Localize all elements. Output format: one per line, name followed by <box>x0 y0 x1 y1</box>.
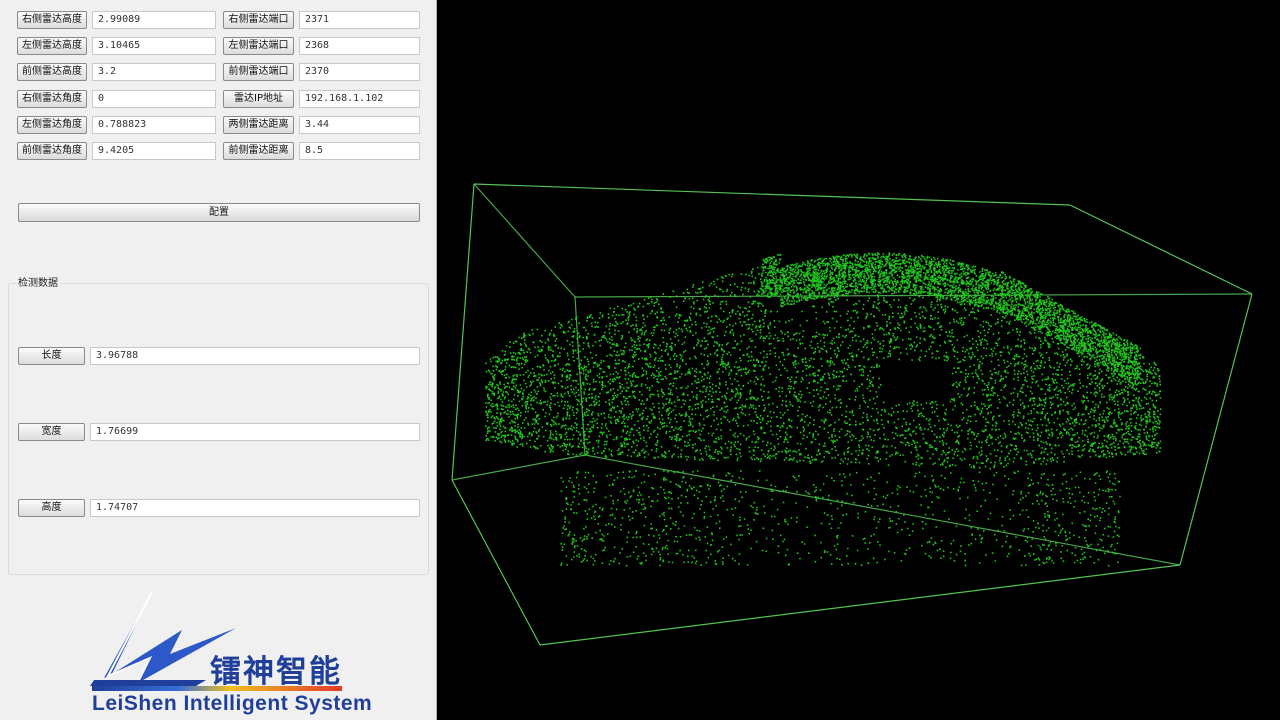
right-radar-height-field[interactable]: 2.99089 <box>92 11 216 29</box>
front-radar-height-field[interactable]: 3.2 <box>92 63 216 81</box>
logo-chinese-name: 镭神智能 <box>210 654 342 690</box>
bounding-box-edge <box>584 454 1181 566</box>
front-radar-distance-button[interactable]: 前侧雷达距离 <box>223 142 294 160</box>
radar-ip-field[interactable]: 192.168.1.102 <box>299 90 420 108</box>
length-field[interactable]: 3.96788 <box>90 347 420 365</box>
radar-ip-button[interactable]: 雷达IP地址 <box>223 90 294 108</box>
configure-button[interactable]: 配置 <box>18 203 420 222</box>
side-radar-distance-field[interactable]: 3.44 <box>299 116 420 134</box>
bounding-box-edge <box>451 454 586 481</box>
detection-group-title: 检测数据 <box>16 274 60 289</box>
bounding-box-edge <box>451 479 541 646</box>
left-radar-angle-field[interactable]: 0.788823 <box>92 116 216 134</box>
right-radar-angle-field[interactable]: 0 <box>92 90 216 108</box>
right-radar-height-button[interactable]: 右侧雷达高度 <box>17 11 87 29</box>
front-radar-port-field[interactable]: 2370 <box>299 63 420 81</box>
logo-english-name: LeiShen Intelligent System <box>92 692 373 715</box>
left-radar-port-field[interactable]: 2368 <box>299 37 420 55</box>
right-radar-port-button[interactable]: 右侧雷达端口 <box>223 11 294 29</box>
left-radar-angle-button[interactable]: 左侧雷达角度 <box>17 116 87 134</box>
front-radar-angle-field[interactable]: 9.4205 <box>92 142 216 160</box>
front-radar-port-button[interactable]: 前侧雷达端口 <box>223 63 294 81</box>
side-radar-distance-button[interactable]: 两侧雷达距离 <box>223 116 294 134</box>
point-cloud-viewport[interactable] <box>437 0 1280 720</box>
point-cloud-points <box>485 252 1162 567</box>
front-radar-height-button[interactable]: 前侧雷达高度 <box>17 63 87 81</box>
bounding-box-edge <box>473 183 1071 206</box>
bounding-box-edge <box>539 564 1181 646</box>
bounding-box-edge <box>451 183 475 481</box>
config-panel: 右侧雷达高度 2.99089 右侧雷达端口 2371 左侧雷达高度 3.1046… <box>0 0 436 720</box>
left-radar-port-button[interactable]: 左侧雷达端口 <box>223 37 294 55</box>
bounding-box-edge <box>1069 204 1253 295</box>
logo-divider <box>92 686 342 691</box>
right-radar-angle-button[interactable]: 右侧雷达角度 <box>17 90 87 108</box>
left-radar-height-button[interactable]: 左侧雷达高度 <box>17 37 87 55</box>
front-radar-angle-button[interactable]: 前侧雷达角度 <box>17 142 87 160</box>
left-radar-height-field[interactable]: 3.10465 <box>92 37 216 55</box>
front-radar-distance-field[interactable]: 8.5 <box>299 142 420 160</box>
width-button[interactable]: 宽度 <box>18 423 85 441</box>
bounding-box-edge <box>1179 293 1253 566</box>
point-cloud-canvas[interactable] <box>437 0 1280 720</box>
vehicle-point-cloud <box>485 252 1162 567</box>
right-radar-port-field[interactable]: 2371 <box>299 11 420 29</box>
height-button[interactable]: 高度 <box>18 499 85 517</box>
height-field[interactable]: 1.74707 <box>90 499 420 517</box>
width-field[interactable]: 1.76699 <box>90 423 420 441</box>
bounding-box-edge <box>473 183 576 298</box>
length-button[interactable]: 长度 <box>18 347 85 365</box>
